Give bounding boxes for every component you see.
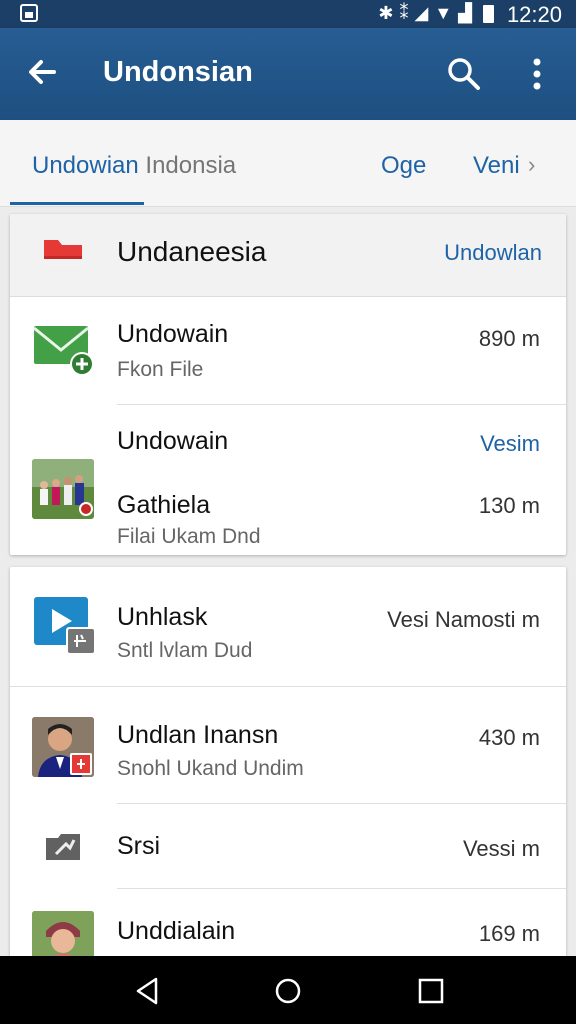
card-header-link[interactable]: Undowlan xyxy=(444,240,542,266)
folder-shared-icon xyxy=(46,834,80,860)
back-arrow-icon[interactable] xyxy=(22,52,62,92)
item-meta: Vesi Namosti m xyxy=(387,607,540,632)
tab-undowian[interactable]: Undowian Indonsia xyxy=(32,152,236,180)
item-size: 430 m xyxy=(478,725,540,750)
item-title: Unddialain xyxy=(117,917,236,945)
status-bar: ✱⁑◢▼▟ 12:20 xyxy=(0,0,576,28)
signal-icon: ◢ xyxy=(414,3,435,23)
item-title: Unhlask xyxy=(117,603,208,631)
list-item[interactable]: Srsi Vessi m xyxy=(10,804,566,888)
more-vert-icon[interactable] xyxy=(522,54,552,94)
system-nav-bar xyxy=(0,956,576,1024)
card-title: Undaneesia xyxy=(117,236,267,267)
list-item[interactable]: Unhlask Sntl lvlam Dud Vesi Namosti m xyxy=(10,567,566,685)
search-icon[interactable] xyxy=(444,54,484,94)
tab-indicator xyxy=(10,202,144,205)
status-time: 12:20 xyxy=(506,2,562,27)
gallery-notification-icon xyxy=(20,4,38,22)
wifi-icon: ▼ xyxy=(434,3,459,23)
mail-add-icon xyxy=(33,326,94,376)
folder-icon xyxy=(44,240,82,266)
tab-veni[interactable]: Veni xyxy=(473,152,520,180)
item-version-link[interactable]: Vesim xyxy=(480,431,540,457)
folder-card: Undaneesia Undowlan Undowain Fkon File 8… xyxy=(10,214,566,555)
nav-recents-icon[interactable] xyxy=(414,974,448,1008)
bluetooth-icon: ✱ xyxy=(378,3,400,23)
item-size: 130 m xyxy=(478,493,540,518)
list-item[interactable]: Undowain Fkon File 890 m xyxy=(10,296,566,404)
list-item[interactable]: Undowain Vesim Gathiela Filai Ukam Dnd 1… xyxy=(10,405,566,555)
vibrate-icon: ⁑ xyxy=(399,3,415,23)
nav-home-icon[interactable] xyxy=(271,974,305,1008)
tab-label: Undowian xyxy=(32,152,139,179)
item-size: 169 m xyxy=(478,921,540,946)
list-item[interactable]: Undlan Inansn Snohl Ukand Undim 430 m xyxy=(10,687,566,803)
item-subtitle: Sntl lvlam Dud xyxy=(117,639,253,662)
item-size: 890 m xyxy=(478,326,540,351)
app-bar: Undonsian xyxy=(0,28,576,120)
card-header[interactable]: Undaneesia Undowlan xyxy=(10,214,566,297)
signal-bars-icon: ▟ xyxy=(458,3,478,23)
tab-label-muted: Indonsia xyxy=(138,152,237,179)
tab-oge[interactable]: Oge xyxy=(381,152,426,180)
item-meta: Vessi m xyxy=(462,836,540,861)
item-title-secondary: Gathiela xyxy=(117,491,211,519)
status-icons: ✱⁑◢▼▟ xyxy=(378,3,478,24)
tab-bar: Undowian Indonsia Oge Veni › xyxy=(0,120,576,207)
chevron-right-icon[interactable]: › xyxy=(528,152,535,178)
group-photo-thumbnail xyxy=(32,459,94,519)
video-icon xyxy=(34,597,96,655)
item-title: Undowain xyxy=(117,427,229,455)
item-subtitle: Filai Ukam Dnd xyxy=(117,525,261,548)
item-subtitle: Snohl Ukand Undim xyxy=(117,757,304,780)
person-photo-thumbnail xyxy=(32,717,94,777)
item-title: Srsi xyxy=(117,832,161,860)
nav-back-icon[interactable] xyxy=(130,974,164,1008)
battery-icon xyxy=(483,5,494,23)
page-title: Undonsian xyxy=(103,56,253,88)
item-title: Undlan Inansn xyxy=(117,721,279,749)
item-subtitle: Fkon File xyxy=(117,358,204,381)
item-title: Undowain xyxy=(117,320,229,348)
files-card: Unhlask Sntl lvlam Dud Vesi Namosti m Un… xyxy=(10,567,566,967)
